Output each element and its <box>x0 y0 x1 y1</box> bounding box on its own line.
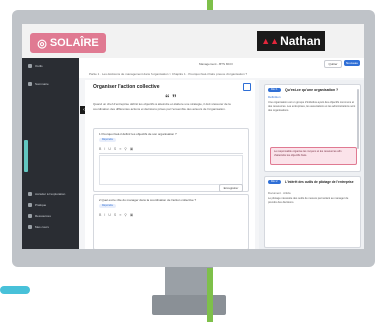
sidebar-handle[interactable] <box>24 140 28 172</box>
document-card-1: Doc 1 Qu'est-ce qu'une organisation ? Dé… <box>264 84 361 172</box>
monitor-neck <box>165 267 213 297</box>
green-cable-bottom <box>207 268 213 322</box>
new-button-label: Nouveau <box>345 61 358 65</box>
activity-pane: Organiser l'action collective “ ” Quand … <box>85 80 255 249</box>
sidebar-item-label: Outils <box>35 64 43 68</box>
solaire-mark-icon: ◎ <box>37 37 47 50</box>
answer-button-1[interactable]: Répondre <box>99 138 116 142</box>
sidebar-item-ressources[interactable]: Ressources <box>28 214 51 218</box>
sidebar: Outils Sommaire Accéder à l'exploration … <box>22 58 79 249</box>
page-title: Organiser l'action collective <box>93 84 160 90</box>
cyan-badge <box>0 286 30 294</box>
bold-icon[interactable]: B <box>99 147 101 151</box>
documents-pane: Doc 1 Qu'est-ce qu'une organisation ? Dé… <box>259 80 364 249</box>
underline-icon[interactable]: U <box>108 147 111 151</box>
sidebar-item-label: Mes cours <box>35 225 49 229</box>
question-2-text: 2 Quel est le rôle du manager dans la co… <box>99 198 197 202</box>
logo-bar: ◎ SOLAÎRE ▲▲ Nathan <box>22 24 364 58</box>
document-tag-2: Doc 2 <box>268 180 281 184</box>
monitor-base <box>152 295 226 315</box>
document-text-1: Une organisation est un groupe d'individ… <box>268 101 356 112</box>
bold-icon[interactable]: B <box>99 213 101 217</box>
compass-icon <box>28 192 32 196</box>
nathan-mark-icon: ▲▲ <box>261 36 280 46</box>
edit-icon[interactable] <box>243 83 251 91</box>
folder-icon <box>28 214 32 218</box>
highlight-text: Le responsable organise les moyens et le… <box>274 150 342 157</box>
sidebar-item-mes-cours[interactable]: Mes cours <box>28 225 49 229</box>
sidebar-item-exploration[interactable]: Accéder à l'exploration <box>28 192 65 196</box>
quit-button[interactable]: Quitter <box>324 60 342 68</box>
highlight-box: Le responsable organise les moyens et le… <box>270 147 357 165</box>
save-button[interactable]: Enregistrer <box>219 184 243 192</box>
document-tag-1: Doc 1 <box>268 88 281 92</box>
sidebar-item-label: Sommaire <box>35 82 49 86</box>
sidebar-item-label: Pratique <box>35 203 47 207</box>
document-title-1: Qu'est-ce qu'une organisation ? <box>285 88 339 92</box>
new-button[interactable]: Nouveau <box>344 60 360 66</box>
breadcrumb: Partie 1 · Les décisions de management d… <box>79 69 364 78</box>
scrollbar[interactable] <box>357 89 359 149</box>
breadcrumb-text: Partie 1 · Les décisions de management d… <box>89 71 248 76</box>
intro-paragraph: Quand un chef d'entreprise définit les o… <box>93 102 231 111</box>
pencil-icon <box>28 203 32 207</box>
sidebar-item-label: Accéder à l'exploration <box>35 192 66 196</box>
sidebar-item-pratique[interactable]: Pratique <box>28 203 46 207</box>
app-window: Outils Sommaire Accéder à l'exploration … <box>22 58 364 249</box>
image-icon[interactable]: ▣ <box>130 213 133 217</box>
save-button-label: Enregistrer <box>223 186 239 190</box>
answer-editor-1[interactable] <box>99 155 243 185</box>
image-icon[interactable]: ▣ <box>130 147 133 151</box>
definition-link[interactable]: Définition <box>268 95 281 99</box>
green-cable-top <box>207 0 213 10</box>
list-icon[interactable]: ≡ <box>119 213 121 217</box>
question-block-1: 1 Pourquoi faut-il définir les objectifs… <box>93 128 249 192</box>
document-title-2: L'intérêt des outils de pilotage de l'en… <box>285 180 354 184</box>
italic-icon[interactable]: I <box>104 213 105 217</box>
quit-button-label: Quitter <box>328 62 338 66</box>
book-icon <box>28 225 32 229</box>
answer-button-2[interactable]: Répondre <box>99 204 116 208</box>
nathan-logo-text: Nathan <box>280 34 321 48</box>
document-title: Management - BTS MCO <box>199 62 233 66</box>
device-illustration: ◎ SOLAÎRE ▲▲ Nathan Outils Sommaire Accé… <box>0 0 382 322</box>
link-icon[interactable]: ⚲ <box>124 147 127 151</box>
editor-line <box>99 153 243 155</box>
tools-icon <box>28 64 32 68</box>
editor-toolbar-2: B I U S ≡ ⚲ ▣ <box>99 212 243 217</box>
question-1-text: 1 Pourquoi faut-il définir les objectifs… <box>99 132 177 136</box>
sidebar-item-outils[interactable]: Outils <box>28 64 43 68</box>
list-icon[interactable]: ≡ <box>119 147 121 151</box>
sidebar-item-sommaire[interactable]: Sommaire <box>28 82 49 86</box>
document-card-2: Doc 2 L'intérêt des outils de pilotage d… <box>264 176 361 248</box>
document-text-2: Le pilotage nécessite des outils de mesu… <box>268 197 349 204</box>
sidebar-item-label: Ressources <box>35 214 51 218</box>
document-subtitle-2: Document · Article <box>268 191 291 195</box>
solaire-logo: ◎ SOLAÎRE <box>30 33 106 53</box>
underline-icon[interactable]: U <box>108 213 111 217</box>
nathan-logo: ▲▲ Nathan <box>257 31 325 51</box>
strike-icon[interactable]: S <box>114 147 116 151</box>
monitor-screen: ◎ SOLAÎRE ▲▲ Nathan Outils Sommaire Accé… <box>22 24 364 249</box>
solaire-logo-text: SOLAÎRE <box>49 37 99 49</box>
strike-icon[interactable]: S <box>114 213 116 217</box>
italic-icon[interactable]: I <box>104 147 105 151</box>
link-icon[interactable]: ⚲ <box>124 213 127 217</box>
editor-toolbar-1: B I U S ≡ ⚲ ▣ <box>99 146 243 151</box>
question-block-2: 2 Quel est le rôle du manager dans la co… <box>93 194 249 249</box>
list-icon <box>28 82 32 86</box>
